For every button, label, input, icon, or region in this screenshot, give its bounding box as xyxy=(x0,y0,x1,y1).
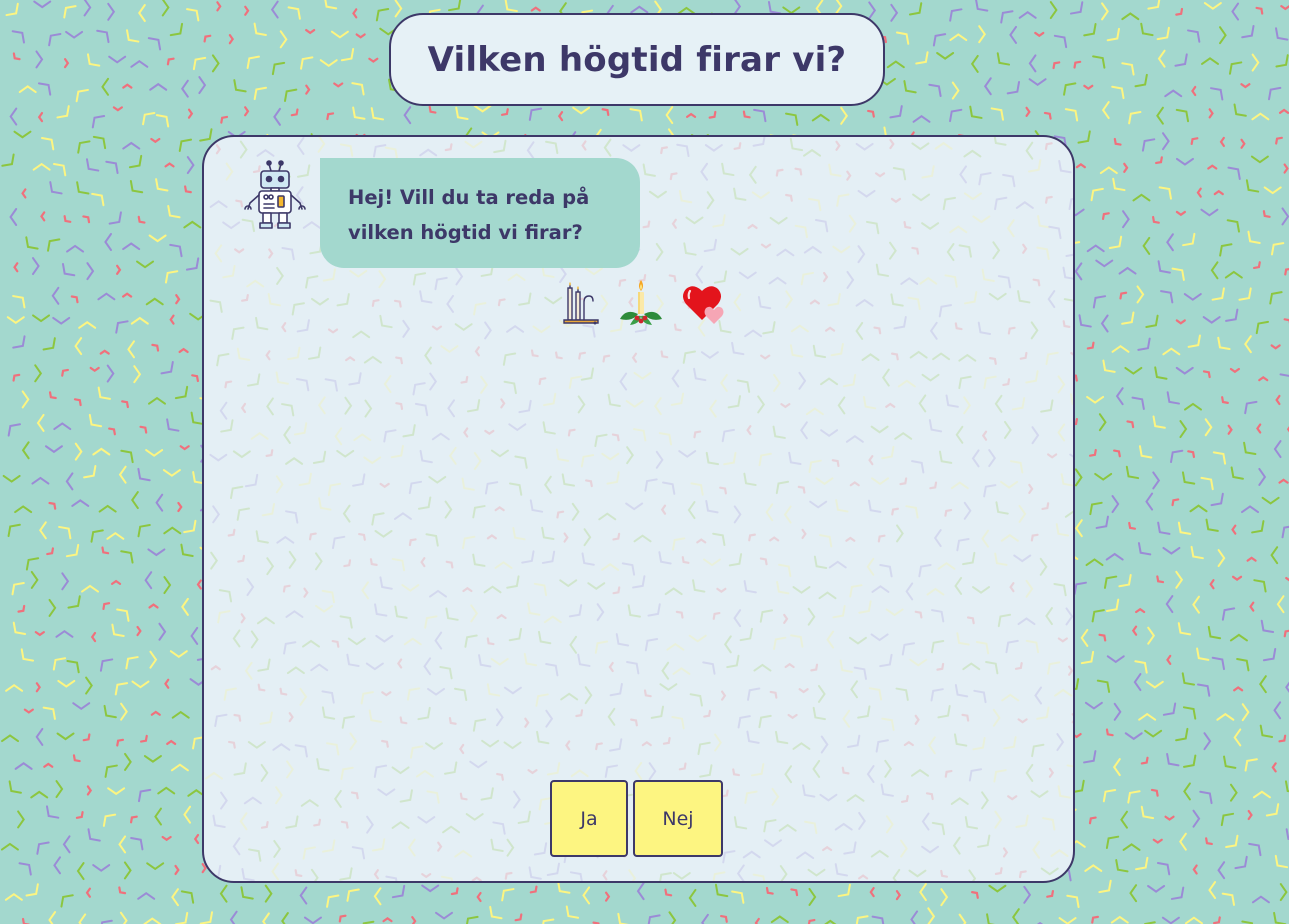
no-button[interactable]: Nej xyxy=(633,780,723,857)
robot-message-bubble: Hej! Vill du ta reda på vilken högtid vi… xyxy=(320,158,640,268)
title-box: Vilken högtid firar vi? xyxy=(389,13,885,106)
christmas-candle-icon xyxy=(620,280,662,325)
yes-button[interactable]: Ja xyxy=(550,780,628,857)
candlestick-icon xyxy=(563,282,599,325)
chat-panel: Hej! Vill du ta reda på vilken högtid vi… xyxy=(202,135,1075,883)
robot-icon xyxy=(244,160,306,229)
clue-icons xyxy=(558,278,730,328)
hearts-icon xyxy=(683,286,724,324)
page-title: Vilken högtid firar vi? xyxy=(427,39,847,80)
